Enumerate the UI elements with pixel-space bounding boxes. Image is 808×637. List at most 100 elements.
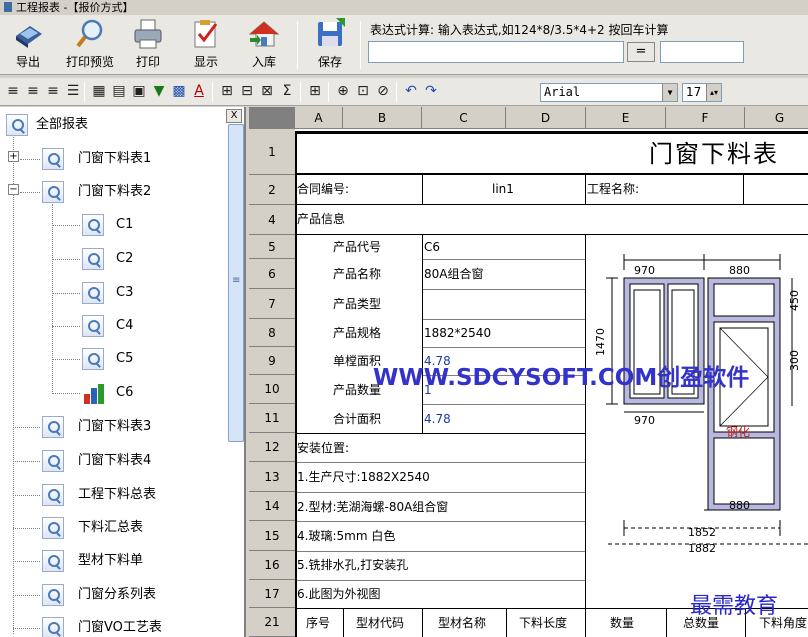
col-header-a[interactable]: A: [295, 107, 343, 129]
tree-item-table4[interactable]: 门窗下料表4: [42, 447, 151, 475]
dimension-label: 970: [634, 414, 655, 427]
font-select[interactable]: Arial ▼: [540, 83, 678, 102]
print-preview-button[interactable]: 打印预览: [62, 18, 118, 72]
row-header-1[interactable]: 1: [249, 129, 295, 175]
tree-item-c2[interactable]: C2: [82, 245, 133, 273]
row-header-14[interactable]: 14: [249, 492, 295, 521]
display-button[interactable]: 显示: [186, 18, 226, 72]
align-right-icon[interactable]: ≡: [44, 82, 62, 100]
tree-item-table3[interactable]: 门窗下料表3: [42, 413, 151, 441]
tree-item-table1[interactable]: 门窗下料表1: [42, 145, 151, 173]
grid-line: [422, 404, 586, 405]
col-header-c[interactable]: C: [422, 107, 506, 129]
row-header-17[interactable]: 17: [249, 580, 295, 608]
toolbar-separator: [297, 21, 298, 69]
insert-col-icon[interactable]: ⊟: [238, 82, 256, 100]
row-header-4[interactable]: 4: [249, 205, 295, 235]
tree-item-c5[interactable]: C5: [82, 345, 133, 373]
report-icon: [82, 214, 104, 236]
tree-item-c1[interactable]: C1: [82, 211, 133, 239]
grid-line: [585, 175, 586, 205]
field-label: 产品代号: [333, 240, 382, 254]
grid-line: [295, 462, 586, 463]
row-header-12[interactable]: 12: [249, 433, 295, 462]
tree-item-project-summary[interactable]: 工程下料总表: [42, 481, 156, 509]
row-header-13[interactable]: 13: [249, 462, 295, 492]
grid-line: [295, 580, 586, 581]
print-button[interactable]: 打印: [128, 18, 168, 72]
border-color-icon[interactable]: ▩: [170, 82, 188, 100]
row-header-10[interactable]: 10: [249, 375, 295, 404]
tree-item-cut-summary[interactable]: 下料汇总表: [42, 514, 143, 542]
tree-line: [20, 192, 40, 193]
tree-item-c4[interactable]: C4: [82, 312, 133, 340]
row-header-2[interactable]: 2: [249, 175, 295, 205]
tree-item-table2[interactable]: 门窗下料表2: [42, 178, 151, 206]
tree-item-c6[interactable]: C6: [82, 379, 133, 407]
tree-item-vo[interactable]: 门窗VO工艺表: [42, 614, 162, 637]
spinner-icon[interactable]: ▴▾: [706, 84, 721, 101]
split-cell-icon[interactable]: ⊕: [334, 82, 352, 100]
collapse-icon[interactable]: −: [8, 184, 19, 195]
grid-line: [295, 521, 586, 522]
note-line: 1.生产尺寸:1882X2540: [297, 470, 430, 484]
row-header-7[interactable]: 7: [249, 289, 295, 319]
image-icon[interactable]: ▣: [130, 82, 148, 100]
tree-item-root[interactable]: 全部报表: [6, 111, 88, 139]
select-all-corner[interactable]: [249, 107, 295, 129]
font-color-icon[interactable]: A: [190, 82, 208, 100]
col-header-f[interactable]: F: [666, 107, 745, 129]
note-line: 2.型材:芜湖海螺-80A组合窗: [297, 500, 449, 514]
delete-row-icon[interactable]: ⊠: [258, 82, 276, 100]
close-icon[interactable]: X: [226, 109, 242, 123]
row-header-16[interactable]: 16: [249, 551, 295, 580]
save-button[interactable]: 保存: [310, 18, 350, 72]
export-icon: [8, 18, 48, 50]
row-header-5[interactable]: 5: [249, 235, 295, 259]
delete-cell-icon[interactable]: ⊘: [374, 82, 392, 100]
merge-cells-icon[interactable]: ▦: [90, 82, 108, 100]
report-icon: [82, 315, 104, 337]
sheet-title: 门窗下料表: [649, 140, 779, 168]
row-header-15[interactable]: 15: [249, 521, 295, 551]
redo-icon[interactable]: ↷: [422, 82, 440, 100]
import-button[interactable]: 入库: [244, 18, 284, 72]
tree-item-profile-list[interactable]: 型材下料单: [42, 547, 143, 575]
expression-input[interactable]: [368, 41, 624, 63]
col-header-g[interactable]: G: [745, 107, 808, 129]
col-header-b[interactable]: B: [343, 107, 422, 129]
table-header: 序号: [306, 616, 331, 630]
col-header-d[interactable]: D: [506, 107, 586, 129]
chevron-down-icon[interactable]: ▼: [662, 84, 677, 101]
row-header-6[interactable]: 6: [249, 259, 295, 289]
equals-button[interactable]: =: [627, 42, 655, 62]
field-label: 产品规格: [333, 326, 382, 340]
tree-item-series[interactable]: 门窗分系列表: [42, 581, 156, 609]
scroll-thumb[interactable]: [228, 124, 244, 442]
tree-line: [52, 293, 80, 294]
align-left-icon[interactable]: ≡: [4, 82, 22, 100]
tree-line: [52, 259, 80, 260]
cell-format-icon[interactable]: ▤: [110, 82, 128, 100]
tree-item-c3[interactable]: C3: [82, 279, 133, 307]
row-header-11[interactable]: 11: [249, 404, 295, 433]
row-header-8[interactable]: 8: [249, 319, 295, 347]
font-size-select[interactable]: 17 ▴▾: [682, 83, 722, 102]
expand-icon[interactable]: +: [8, 151, 19, 162]
fill-color-icon[interactable]: ▼: [150, 82, 168, 100]
tree-scrollbar[interactable]: [228, 124, 244, 442]
justify-icon[interactable]: ☰: [64, 82, 82, 100]
export-button[interactable]: 导出: [8, 18, 48, 72]
grid-line: [506, 608, 507, 637]
row-header-9[interactable]: 9: [249, 347, 295, 375]
sum-icon[interactable]: Σ: [278, 82, 296, 100]
grid-icon[interactable]: ⊞: [306, 82, 324, 100]
align-center-icon[interactable]: ≡: [24, 82, 42, 100]
note-line: 6.此图为外视图: [297, 587, 381, 601]
insert-row-icon[interactable]: ⊞: [218, 82, 236, 100]
insert-cell-icon[interactable]: ⊡: [354, 82, 372, 100]
row-header-21[interactable]: 21: [249, 608, 295, 637]
col-header-e[interactable]: E: [586, 107, 666, 129]
field-label: 产品名称: [333, 267, 382, 281]
undo-icon[interactable]: ↶: [402, 82, 420, 100]
